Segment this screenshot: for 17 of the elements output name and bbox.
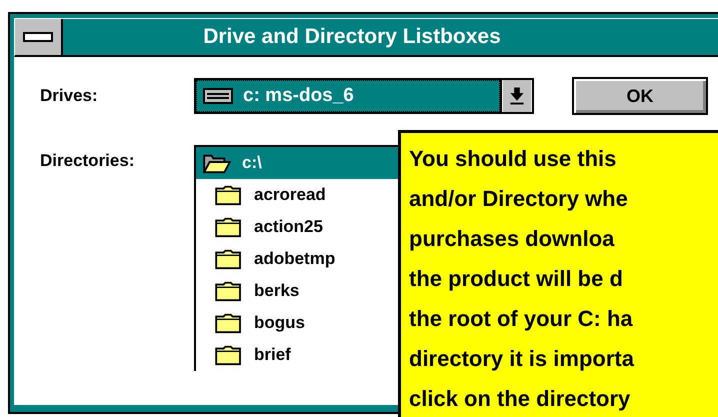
window-title: Drive and Directory Listboxes xyxy=(202,24,502,50)
folder-icon xyxy=(214,216,244,238)
folder-icon xyxy=(214,344,244,366)
dropdown-arrow-icon[interactable] xyxy=(500,80,532,112)
drive-dropdown[interactable]: c: ms-dos_6 xyxy=(194,78,534,114)
ok-button[interactable]: OK xyxy=(572,77,708,115)
drive-value: c: ms-dos_6 xyxy=(243,85,354,107)
system-menu-button[interactable] xyxy=(15,19,63,55)
folder-icon xyxy=(214,248,244,270)
drives-label: Drives: xyxy=(40,86,99,106)
directories-label: Directories: xyxy=(40,150,136,171)
open-folder-icon xyxy=(202,152,232,174)
folder-icon xyxy=(214,280,244,302)
tooltip-text: click on the directory xyxy=(409,385,630,413)
folder-icon xyxy=(214,312,244,334)
drive-icon xyxy=(203,88,233,104)
folder-icon xyxy=(214,184,244,206)
